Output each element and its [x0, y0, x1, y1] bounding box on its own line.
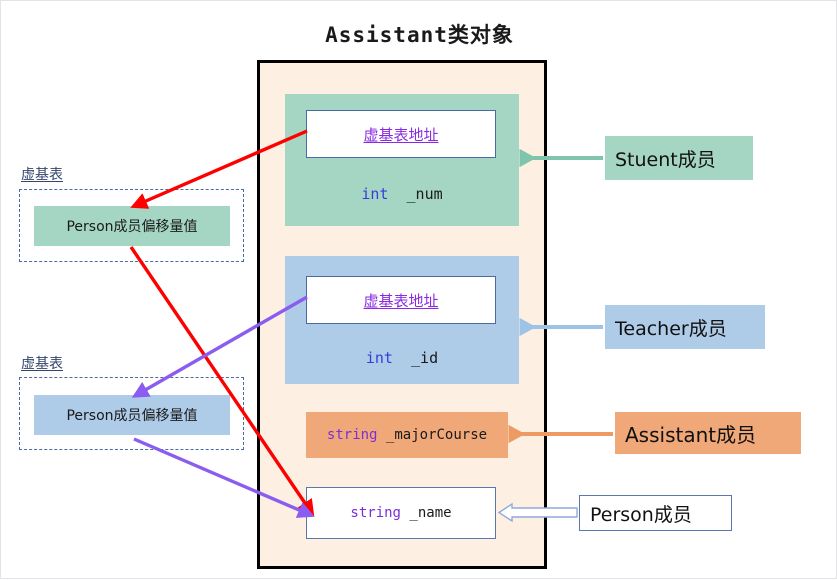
teacher-vbptr-box: 虚基表地址	[306, 276, 496, 324]
student-vbptr-box: 虚基表地址	[306, 110, 496, 158]
majorcourse-code: string _majorCourse	[327, 427, 487, 443]
int-keyword-2: int	[365, 349, 393, 367]
teacher-vbptr-label: 虚基表地址	[363, 291, 439, 310]
string-keyword: string	[326, 427, 378, 443]
vbtable-1-entry: Person成员偏移量值	[34, 206, 230, 246]
student-vbptr-label: 虚基表地址	[363, 125, 439, 144]
teacher-id-field: int _id	[285, 349, 519, 367]
name-identifier: _name	[409, 505, 452, 521]
majorcourse-identifier: _majorCourse	[385, 427, 488, 443]
majorcourse-spacer	[377, 427, 385, 443]
diagram-canvas: Assistant类对象 虚基表地址 int _num 虚基表地址 int _i…	[0, 0, 837, 579]
page-title: Assistant类对象	[325, 23, 514, 47]
num-identifier-text: _num	[406, 185, 443, 203]
vbtable-1-label: 虚基表	[21, 167, 63, 183]
legend-assistant-member: Assistant成员	[615, 412, 801, 454]
legend-teacher-member: Teacher成员	[605, 305, 765, 349]
assistant-majorcourse-field: string _majorCourse	[306, 412, 508, 458]
name-code: string _name	[350, 505, 451, 521]
string-keyword-2: string	[350, 505, 401, 521]
student-num-field: int _num	[285, 185, 519, 203]
vbtable-2-entry: Person成员偏移量值	[34, 395, 230, 435]
vbtable-2-label: 虚基表	[21, 356, 63, 372]
legend-person-member: Person成员	[579, 495, 732, 531]
person-name-field: string _name	[306, 487, 496, 539]
num-identifier	[388, 185, 406, 203]
id-spacer	[393, 349, 411, 367]
id-identifier-text: _id	[411, 349, 439, 367]
int-keyword: int	[361, 185, 389, 203]
legend-student-member: Stuent成员	[605, 136, 753, 180]
